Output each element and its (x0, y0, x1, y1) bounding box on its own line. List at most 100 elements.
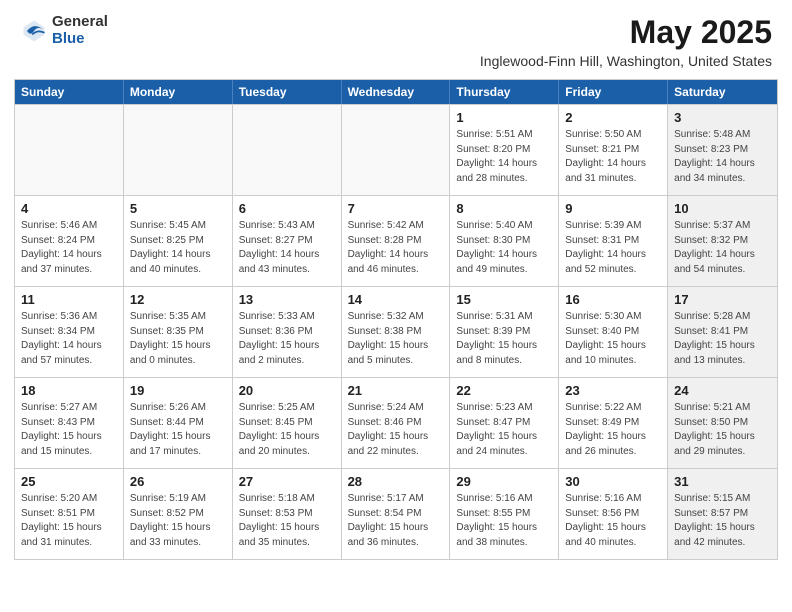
day-detail: Sunrise: 5:50 AM Sunset: 8:21 PM Dayligh… (565, 128, 661, 186)
calendar-cell: 17 Sunrise: 5:28 AM Sunset: 8:41 PM Dayli… (668, 287, 777, 377)
day-number: 21 (348, 383, 444, 398)
calendar-header-cell: Sunday (15, 80, 124, 104)
day-number: 13 (239, 292, 335, 307)
day-number: 4 (21, 201, 117, 216)
day-detail: Sunrise: 5:27 AM Sunset: 8:43 PM Dayligh… (21, 401, 117, 459)
day-number: 1 (456, 110, 552, 125)
day-detail: Sunrise: 5:51 AM Sunset: 8:20 PM Dayligh… (456, 128, 552, 186)
day-number: 12 (130, 292, 226, 307)
calendar-cell: 5 Sunrise: 5:45 AM Sunset: 8:25 PM Daylig… (124, 196, 233, 286)
day-number: 30 (565, 474, 661, 489)
day-number: 19 (130, 383, 226, 398)
day-number: 29 (456, 474, 552, 489)
calendar-row: 1 Sunrise: 5:51 AM Sunset: 8:20 PM Daylig… (15, 104, 777, 195)
calendar-cell: 9Sunrise: 5:39 AM Sunset: 8:31 PM Daylig… (559, 196, 668, 286)
calendar-cell: 8Sunrise: 5:40 AM Sunset: 8:30 PM Daylig… (450, 196, 559, 286)
day-detail: Sunrise: 5:28 AM Sunset: 8:41 PM Dayligh… (674, 310, 771, 368)
day-number: 11 (21, 292, 117, 307)
calendar-header-cell: Thursday (450, 80, 559, 104)
calendar-header-cell: Wednesday (342, 80, 451, 104)
day-detail: Sunrise: 5:16 AM Sunset: 8:56 PM Dayligh… (565, 492, 661, 550)
day-number: 27 (239, 474, 335, 489)
calendar-cell: 6Sunrise: 5:43 AM Sunset: 8:27 PM Daylig… (233, 196, 342, 286)
calendar-cell: 19 Sunrise: 5:26 AM Sunset: 8:44 PM Dayli… (124, 378, 233, 468)
day-detail: Sunrise: 5:22 AM Sunset: 8:49 PM Dayligh… (565, 401, 661, 459)
logo-blue-text: Blue (52, 31, 108, 48)
calendar-cell (233, 105, 342, 195)
day-number: 28 (348, 474, 444, 489)
title-area: May 2025 Inglewood-Finn Hill, Washington… (480, 14, 772, 69)
logo-text: General Blue (52, 14, 108, 47)
day-detail: Sunrise: 5:48 AM Sunset: 8:23 PM Dayligh… (674, 128, 771, 186)
calendar-row: 11 Sunrise: 5:36 AM Sunset: 8:34 PM Dayli… (15, 286, 777, 377)
logo-general-text: General (52, 14, 108, 31)
day-number: 5 (130, 201, 226, 216)
day-detail: Sunrise: 5:45 AM Sunset: 8:25 PM Dayligh… (130, 219, 226, 277)
day-detail: Sunrise: 5:37 AM Sunset: 8:32 PM Dayligh… (674, 219, 771, 277)
logo-icon (20, 17, 48, 45)
day-number: 23 (565, 383, 661, 398)
calendar-header: SundayMondayTuesdayWednesdayThursdayFrid… (15, 80, 777, 104)
day-number: 22 (456, 383, 552, 398)
calendar-cell: 15Sunrise: 5:31 AM Sunset: 8:39 PM Dayli… (450, 287, 559, 377)
calendar-cell: 2 Sunrise: 5:50 AM Sunset: 8:21 PM Daylig… (559, 105, 668, 195)
calendar-cell: 12 Sunrise: 5:35 AM Sunset: 8:35 PM Dayli… (124, 287, 233, 377)
day-number: 10 (674, 201, 771, 216)
calendar-cell: 26 Sunrise: 5:19 AM Sunset: 8:52 PM Dayli… (124, 469, 233, 559)
logo: General Blue (20, 14, 108, 47)
day-number: 18 (21, 383, 117, 398)
calendar-cell (15, 105, 124, 195)
calendar-cell: 28 Sunrise: 5:17 AM Sunset: 8:54 PM Dayli… (342, 469, 451, 559)
day-detail: Sunrise: 5:16 AM Sunset: 8:55 PM Dayligh… (456, 492, 552, 550)
calendar-cell: 13 Sunrise: 5:33 AM Sunset: 8:36 PM Dayli… (233, 287, 342, 377)
day-detail: Sunrise: 5:23 AM Sunset: 8:47 PM Dayligh… (456, 401, 552, 459)
calendar-cell: 20Sunrise: 5:25 AM Sunset: 8:45 PM Dayli… (233, 378, 342, 468)
day-number: 31 (674, 474, 771, 489)
day-number: 24 (674, 383, 771, 398)
calendar-cell (124, 105, 233, 195)
calendar-cell: 18 Sunrise: 5:27 AM Sunset: 8:43 PM Dayli… (15, 378, 124, 468)
day-detail: Sunrise: 5:33 AM Sunset: 8:36 PM Dayligh… (239, 310, 335, 368)
calendar-cell: 30 Sunrise: 5:16 AM Sunset: 8:56 PM Dayli… (559, 469, 668, 559)
day-detail: Sunrise: 5:35 AM Sunset: 8:35 PM Dayligh… (130, 310, 226, 368)
calendar-cell: 23 Sunrise: 5:22 AM Sunset: 8:49 PM Dayli… (559, 378, 668, 468)
day-detail: Sunrise: 5:15 AM Sunset: 8:57 PM Dayligh… (674, 492, 771, 550)
day-detail: Sunrise: 5:32 AM Sunset: 8:38 PM Dayligh… (348, 310, 444, 368)
calendar-row: 25 Sunrise: 5:20 AM Sunset: 8:51 PM Dayli… (15, 468, 777, 559)
day-number: 16 (565, 292, 661, 307)
subtitle: Inglewood-Finn Hill, Washington, United … (480, 53, 772, 69)
day-detail: Sunrise: 5:17 AM Sunset: 8:54 PM Dayligh… (348, 492, 444, 550)
calendar-cell: 31 Sunrise: 5:15 AM Sunset: 8:57 PM Dayli… (668, 469, 777, 559)
calendar-cell: 25 Sunrise: 5:20 AM Sunset: 8:51 PM Dayli… (15, 469, 124, 559)
calendar-cell: 22 Sunrise: 5:23 AM Sunset: 8:47 PM Dayli… (450, 378, 559, 468)
calendar-cell: 7Sunrise: 5:42 AM Sunset: 8:28 PM Daylig… (342, 196, 451, 286)
day-detail: Sunrise: 5:26 AM Sunset: 8:44 PM Dayligh… (130, 401, 226, 459)
calendar-cell: 21 Sunrise: 5:24 AM Sunset: 8:46 PM Dayli… (342, 378, 451, 468)
day-number: 26 (130, 474, 226, 489)
calendar-row: 4Sunrise: 5:46 AM Sunset: 8:24 PM Daylig… (15, 195, 777, 286)
day-detail: Sunrise: 5:24 AM Sunset: 8:46 PM Dayligh… (348, 401, 444, 459)
calendar-cell: 10 Sunrise: 5:37 AM Sunset: 8:32 PM Dayli… (668, 196, 777, 286)
calendar-cell: 29 Sunrise: 5:16 AM Sunset: 8:55 PM Dayli… (450, 469, 559, 559)
calendar-cell: 1 Sunrise: 5:51 AM Sunset: 8:20 PM Daylig… (450, 105, 559, 195)
calendar-row: 18 Sunrise: 5:27 AM Sunset: 8:43 PM Dayli… (15, 377, 777, 468)
day-detail: Sunrise: 5:18 AM Sunset: 8:53 PM Dayligh… (239, 492, 335, 550)
day-detail: Sunrise: 5:36 AM Sunset: 8:34 PM Dayligh… (21, 310, 117, 368)
calendar-cell: 4Sunrise: 5:46 AM Sunset: 8:24 PM Daylig… (15, 196, 124, 286)
day-detail: Sunrise: 5:21 AM Sunset: 8:50 PM Dayligh… (674, 401, 771, 459)
calendar-cell: 3Sunrise: 5:48 AM Sunset: 8:23 PM Daylig… (668, 105, 777, 195)
calendar-cell: 16Sunrise: 5:30 AM Sunset: 8:40 PM Dayli… (559, 287, 668, 377)
day-number: 2 (565, 110, 661, 125)
day-number: 25 (21, 474, 117, 489)
calendar-cell (342, 105, 451, 195)
day-detail: Sunrise: 5:42 AM Sunset: 8:28 PM Dayligh… (348, 219, 444, 277)
calendar-cell: 11 Sunrise: 5:36 AM Sunset: 8:34 PM Dayli… (15, 287, 124, 377)
calendar-header-cell: Monday (124, 80, 233, 104)
calendar-cell: 24 Sunrise: 5:21 AM Sunset: 8:50 PM Dayli… (668, 378, 777, 468)
day-detail: Sunrise: 5:40 AM Sunset: 8:30 PM Dayligh… (456, 219, 552, 277)
day-number: 17 (674, 292, 771, 307)
day-number: 6 (239, 201, 335, 216)
day-detail: Sunrise: 5:20 AM Sunset: 8:51 PM Dayligh… (21, 492, 117, 550)
day-detail: Sunrise: 5:31 AM Sunset: 8:39 PM Dayligh… (456, 310, 552, 368)
day-detail: Sunrise: 5:19 AM Sunset: 8:52 PM Dayligh… (130, 492, 226, 550)
